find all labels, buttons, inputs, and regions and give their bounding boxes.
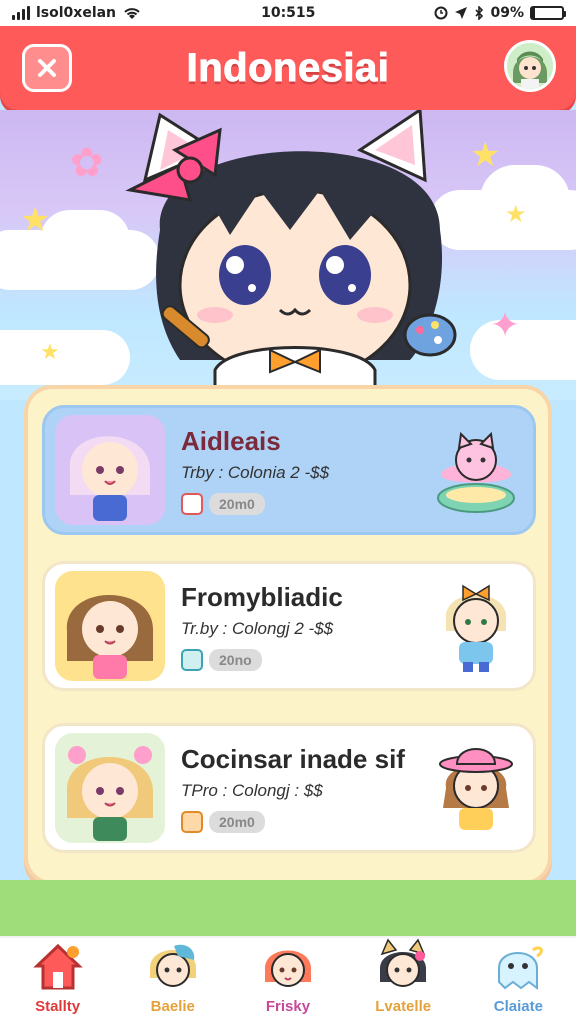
nav-label: Frisky (265, 998, 311, 1015)
close-button[interactable] (22, 44, 72, 92)
pink-cat-float-icon (437, 431, 515, 513)
character-lilac-hair-icon (55, 415, 165, 525)
carrier-name: lsol0xelan (36, 5, 117, 21)
wifi-icon (124, 8, 140, 19)
item-badge: 20no (209, 648, 262, 671)
character-brown-hair-icon (55, 571, 165, 681)
girl-pink-hat-icon (439, 748, 513, 830)
star-icon: ★ (20, 200, 51, 240)
item-sticker (431, 738, 521, 838)
list-item[interactable]: Fromybliadic Tr.by : Colongj 2 -$$ 20no (42, 561, 536, 691)
item-title: Fromybliadic (181, 581, 343, 612)
item-subtitle: Trby : Colonia 2 -$$ (181, 462, 330, 482)
location-icon (455, 7, 468, 19)
item-title: Cocinsar inade sif (181, 743, 405, 774)
home-icon (32, 943, 83, 990)
nav-label: Claiate (493, 998, 543, 1015)
item-thumbnail (55, 733, 165, 843)
app-header: Indonesiai (0, 26, 576, 110)
signal-icon (12, 6, 30, 20)
bluetooth-icon (475, 6, 484, 20)
avatar[interactable] (504, 40, 556, 92)
star-icon: ★ (40, 340, 60, 365)
list-item[interactable]: Cocinsar inade sif TPro : Colongj : $$ 2… (42, 723, 536, 853)
list-item[interactable]: Aidleais Trby : Colonia 2 -$$ 20m0 (42, 405, 536, 535)
alarm-icon (434, 6, 448, 20)
item-title: Aidleais (181, 425, 281, 456)
hero-character-icon (125, 110, 457, 400)
character-blonde-flowers-icon (55, 733, 165, 843)
star-icon: ✦ (490, 305, 521, 346)
item-subtitle: TPro : Colongj : $$ (181, 780, 323, 800)
chart-icon (181, 492, 203, 515)
battery-percent: 09% (490, 5, 524, 21)
page-title: Indonesiai (186, 45, 390, 90)
blonde-boy-icon (149, 944, 196, 987)
edit-icon (181, 810, 203, 833)
clock: 10:515 (261, 5, 316, 21)
cat-girl-icon (380, 938, 427, 987)
nav-label: Lvatelle (375, 998, 432, 1015)
item-subtitle: Tr.by : Colongj 2 -$$ (181, 618, 334, 638)
items-panel: Aidleais Trby : Colonia 2 -$$ 20m0 Fromy… (24, 385, 552, 885)
star-icon: ★ (470, 135, 501, 175)
item-sticker (431, 576, 521, 676)
item-thumbnail (55, 415, 165, 525)
nav-item-baelie[interactable]: Baelie (118, 938, 228, 1015)
redhead-girl-icon (264, 950, 312, 987)
item-badge: 20m0 (209, 810, 265, 833)
nav-item-frisky[interactable]: Frisky (233, 938, 343, 1015)
bottom-navigation: Stallty Baelie Frisky Lvatelle Claiate (0, 936, 576, 1026)
item-sticker (431, 420, 521, 520)
nav-item-claiate[interactable]: Claiate (463, 938, 573, 1015)
item-badge: 20m0 (209, 492, 265, 515)
status-bar: lsol0xelan 10:515 09% (0, 0, 576, 26)
hero-illustration: ★ ★ ★ ★ ✦ ✿ (0, 110, 576, 400)
flower-icon: ✿ (70, 140, 104, 186)
avatar-icon (507, 43, 553, 89)
nav-item-stallty[interactable]: Stallty (3, 938, 113, 1015)
nav-item-lvatelle[interactable]: Lvatelle (348, 938, 458, 1015)
item-thumbnail (55, 571, 165, 681)
refresh-icon (181, 648, 203, 671)
nav-label: Stallty (35, 998, 81, 1015)
blonde-boy-bow-icon (445, 584, 507, 672)
close-icon (38, 59, 56, 77)
ghost-icon (498, 946, 544, 990)
battery-icon (529, 6, 566, 20)
nav-label: Baelie (150, 998, 195, 1015)
grass-ground (0, 880, 576, 940)
star-icon: ★ (505, 200, 527, 228)
